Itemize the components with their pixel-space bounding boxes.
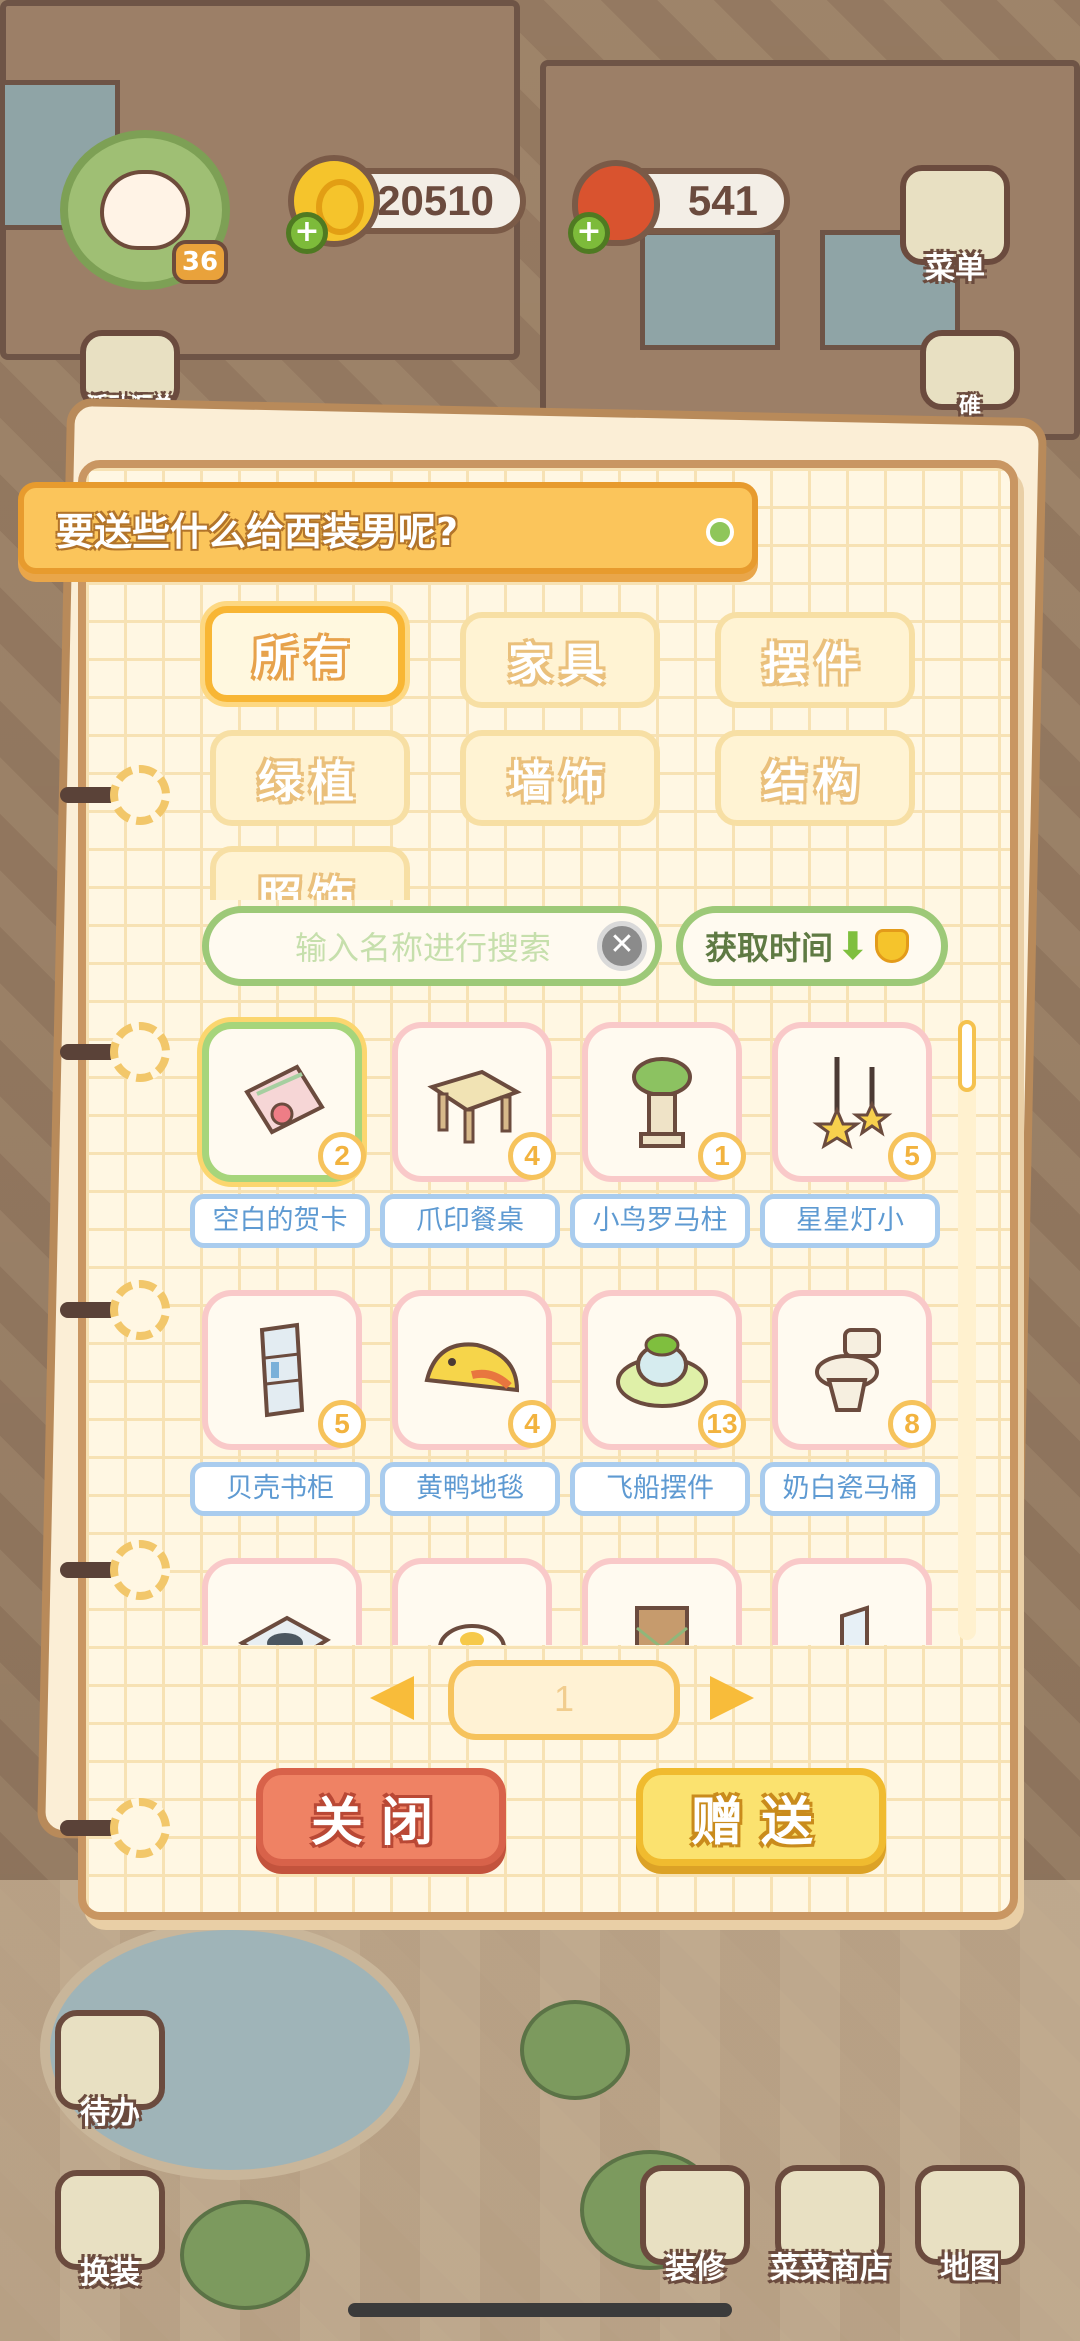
search-placeholder: 输入名称进行搜索 (295, 929, 552, 967)
item-slot[interactable]: 1 小鸟罗马柱 (570, 1014, 760, 1264)
scrollbar-thumb[interactable] (958, 1020, 976, 1092)
pillar-icon (632, 1057, 692, 1148)
tab-lighting[interactable]: 照饰 (210, 846, 410, 900)
lamp-icon (438, 1624, 506, 1645)
item-card (582, 1558, 742, 1645)
item-name: 贝壳书柜 (190, 1462, 370, 1516)
tab-wall-decor[interactable]: 墙饰 (460, 730, 660, 826)
item-count-badge: 5 (888, 1132, 936, 1180)
item-name: 小鸟罗马柱 (570, 1194, 750, 1248)
item-name: 星星灯小 (760, 1194, 940, 1248)
item-slot[interactable]: 5 星星灯小 (760, 1014, 950, 1264)
banner-dot-icon (706, 518, 734, 546)
decorate-label: 装修 (665, 2251, 725, 2286)
home-indicator[interactable] (348, 2303, 732, 2317)
background-window (640, 230, 780, 350)
sort-label: 获取时间 (705, 929, 834, 967)
item-name: 空白的贺卡 (190, 1194, 370, 1248)
todo-label: 待办 (80, 2096, 140, 2131)
table-icon (427, 1069, 522, 1144)
tab-lighting-clip: 照饰 (210, 846, 410, 900)
item-count-badge: 5 (318, 1400, 366, 1448)
menu-button[interactable]: 菜单 (900, 165, 1010, 287)
dialog-title: 要送些什么给西装男呢? (56, 509, 459, 554)
item-slot[interactable] (570, 1550, 760, 1645)
close-button[interactable]: 关闭 (256, 1768, 506, 1866)
item-slot[interactable]: 5 贝壳书柜 (190, 1282, 380, 1532)
notebook-ring (60, 1280, 170, 1340)
item-card (202, 1558, 362, 1645)
side-button[interactable]: 碓 (920, 330, 1020, 420)
notebook-ring (60, 1022, 170, 1082)
sort-by-time-button[interactable]: 获取时间 ⬇ (676, 906, 948, 986)
toilet-icon (815, 1328, 881, 1412)
item-name: 奶白瓷马桶 (760, 1462, 940, 1516)
item-name: 飞船摆件 (570, 1462, 750, 1516)
search-input[interactable]: 输入名称进行搜索 ✕ (202, 906, 662, 986)
mirror-icon (840, 1605, 869, 1645)
coin-amount: 20510 (377, 177, 494, 224)
star-lamp-icon (812, 1057, 893, 1150)
item-count-badge: 2 (318, 1132, 366, 1180)
decorate-button[interactable]: 装修 (640, 2165, 750, 2287)
plate-icon (238, 1615, 331, 1645)
item-slot[interactable]: 13 飞船摆件 (570, 1282, 760, 1532)
tab-ornaments[interactable]: 摆件 (715, 612, 915, 708)
bush (180, 2200, 310, 2310)
tab-structure[interactable]: 结构 (715, 730, 915, 826)
shop-button[interactable]: 菜菜商店 (770, 2165, 890, 2287)
card-icon (244, 1064, 325, 1135)
ship-icon (616, 1333, 708, 1408)
rug-icon (424, 1342, 520, 1393)
dialog-title-banner: 要送些什么给西装男呢? (18, 482, 758, 574)
notebook-ring (60, 1798, 170, 1858)
dress-up-button[interactable]: 换装 (55, 2170, 165, 2292)
clear-search-icon[interactable]: ✕ (597, 921, 647, 971)
bookshelf-icon (259, 1322, 305, 1418)
item-count-badge: 13 (698, 1400, 746, 1448)
map-label: 地图 (940, 2251, 1000, 2286)
next-page-arrow-icon[interactable] (710, 1676, 754, 1720)
bush (520, 2000, 630, 2100)
shop-label: 菜菜商店 (770, 2251, 890, 2286)
todo-button[interactable]: 待办 (55, 2010, 165, 2132)
item-slot[interactable]: 4 黄鸭地毯 (380, 1282, 570, 1532)
fence-icon (635, 1606, 689, 1645)
item-slot[interactable]: 2 空白的贺卡 (190, 1014, 380, 1264)
page-number: 1 (448, 1660, 680, 1740)
menu-label: 菜单 (925, 251, 985, 286)
item-count-badge: 4 (508, 1400, 556, 1448)
item-card (772, 1558, 932, 1645)
tab-all[interactable]: 所有 (205, 606, 405, 702)
gift-button[interactable]: 赠送 (636, 1768, 886, 1866)
avatar-face (100, 170, 190, 250)
item-slot[interactable] (760, 1550, 950, 1645)
item-name: 黄鸭地毯 (380, 1462, 560, 1516)
notebook-ring (60, 1540, 170, 1600)
item-slot[interactable]: 4 爪印餐桌 (380, 1014, 570, 1264)
map-button[interactable]: 地图 (915, 2165, 1025, 2287)
sort-down-arrow-icon: ⬇ (837, 924, 869, 968)
item-slot[interactable] (380, 1550, 570, 1645)
notebook-ring (60, 765, 170, 825)
tab-plants[interactable]: 绿植 (210, 730, 410, 826)
item-list-scrollbar[interactable] (958, 1020, 976, 1640)
add-apples-button[interactable]: + (568, 212, 610, 254)
item-count-badge: 4 (508, 1132, 556, 1180)
add-coins-button[interactable]: + (286, 212, 328, 254)
item-name: 爪印餐桌 (380, 1194, 560, 1248)
item-slot[interactable]: 8 奶白瓷马桶 (760, 1282, 950, 1532)
item-count-badge: 1 (698, 1132, 746, 1180)
apple-amount: 541 (687, 177, 758, 224)
dress-up-label: 换装 (80, 2256, 140, 2291)
item-card (392, 1558, 552, 1645)
item-count-badge: 8 (888, 1400, 936, 1448)
previous-page-arrow-icon[interactable] (370, 1676, 414, 1720)
item-grid: 2 空白的贺卡 4 爪印餐桌 1 小鸟罗马柱 5 星星灯小 5 贝壳书柜 4 黄… (180, 1010, 960, 1645)
sort-shield-icon (874, 929, 909, 963)
item-slot[interactable] (190, 1550, 380, 1645)
tab-furniture[interactable]: 家具 (460, 612, 660, 708)
level-badge: 36 (172, 240, 228, 284)
side-label: 碓 (958, 394, 981, 419)
